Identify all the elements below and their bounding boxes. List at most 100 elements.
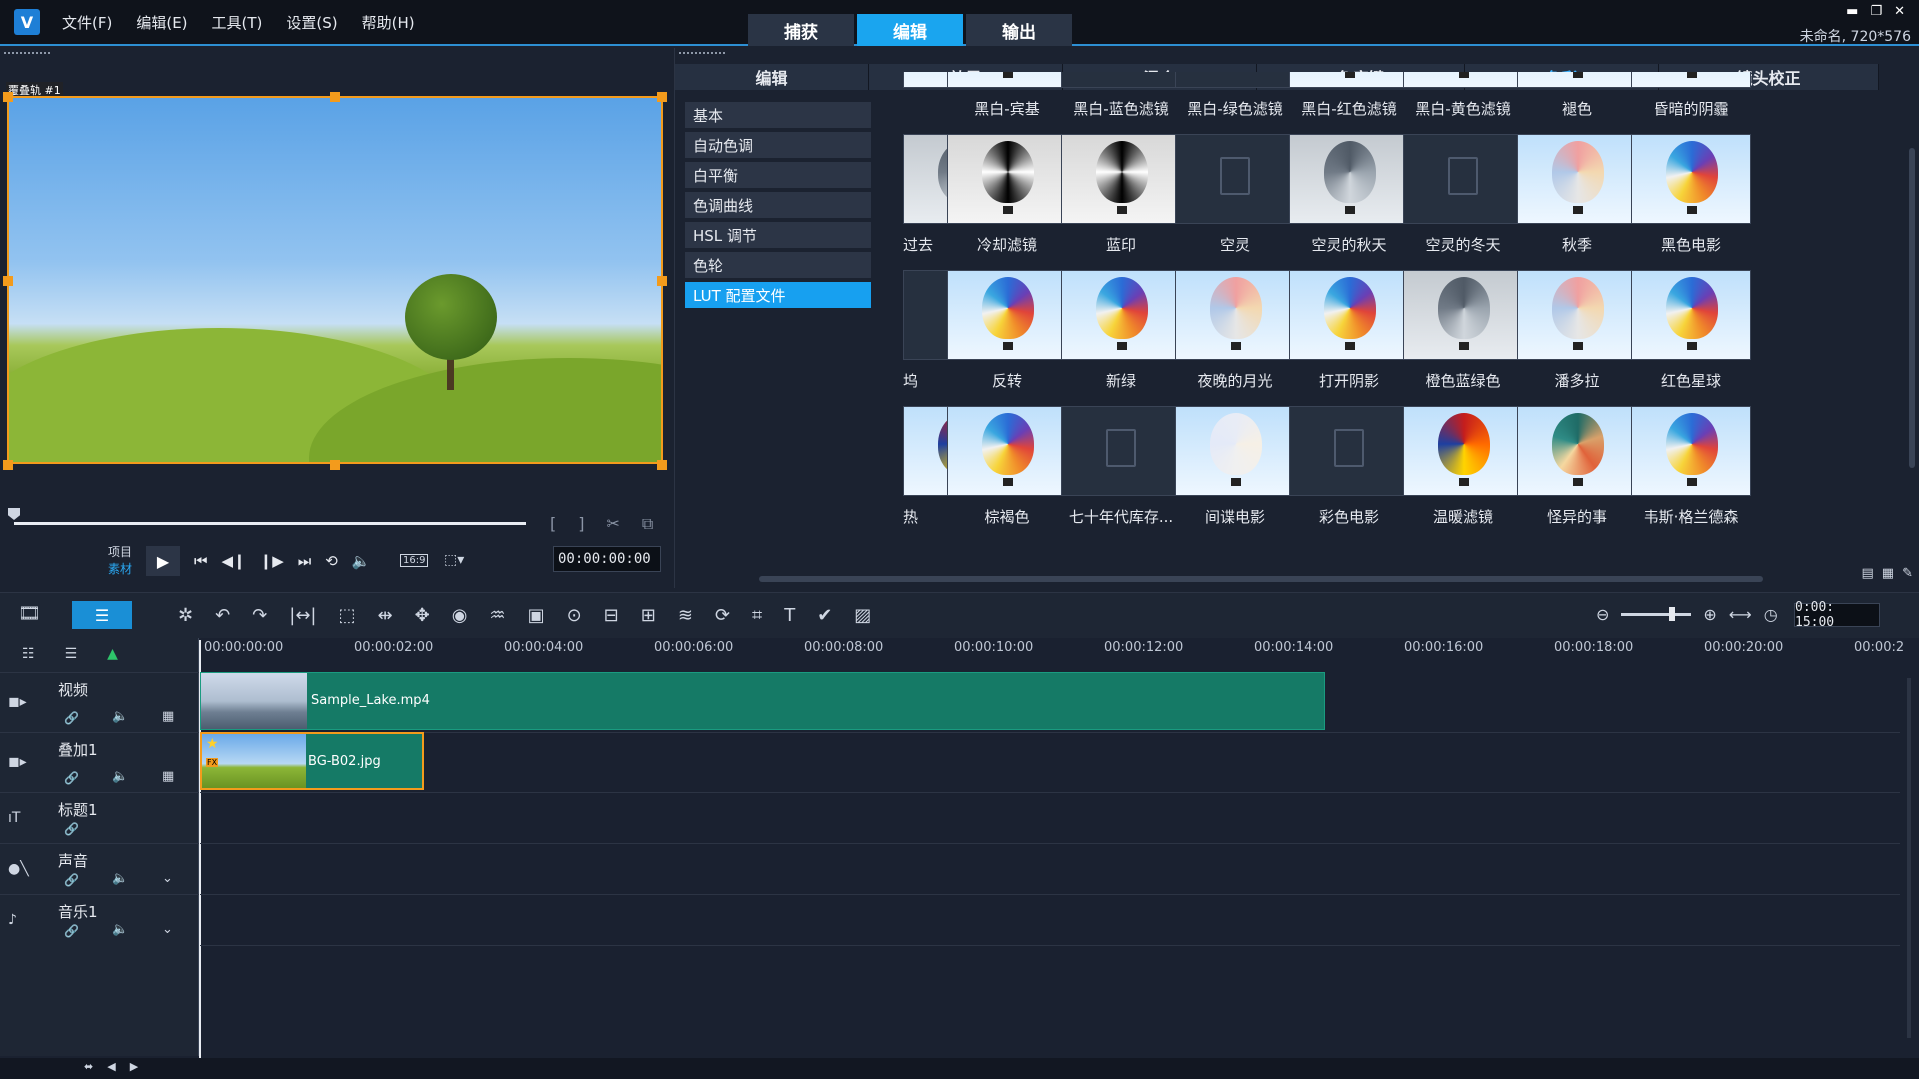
timeline-vertical-scrollbar[interactable] — [1907, 678, 1911, 1038]
thumbnail-view-icon[interactable]: ▦ — [1882, 566, 1894, 581]
zoom-in-icon[interactable]: ⊕ — [1703, 605, 1716, 624]
panel-grip[interactable] — [4, 52, 50, 56]
minimize-icon[interactable]: ▬ — [1846, 4, 1858, 19]
resize-handle[interactable] — [657, 276, 667, 286]
mask-icon[interactable]: ▨ — [854, 605, 871, 626]
move-icon[interactable]: ✥ — [415, 605, 430, 626]
next-frame-icon[interactable]: ❙▶ — [260, 552, 284, 570]
mark-in-icon[interactable]: [ — [550, 514, 556, 534]
chevron-down-icon[interactable]: ⌄ — [162, 922, 173, 937]
track-header[interactable]: ◼▸ 叠加1 🔗 🔈 ▦ — [0, 732, 199, 792]
menu-settings[interactable]: 设置(S) — [286, 12, 337, 33]
storyboard-view-icon[interactable]: 🎞 — [18, 603, 48, 627]
track-mute-icon[interactable]: 🔈 — [112, 922, 128, 937]
close-icon[interactable]: ✕ — [1894, 4, 1905, 19]
track-grid-icon[interactable]: ▦ — [162, 709, 174, 724]
fit-project-icon[interactable]: ⟷ — [1729, 605, 1752, 624]
project-mode-label[interactable]: 项目 — [108, 544, 132, 561]
category-white-balance[interactable]: 白平衡 — [685, 162, 871, 188]
track-grid-icon[interactable]: ▦ — [162, 769, 174, 784]
category-basic[interactable]: 基本 — [685, 102, 871, 128]
resize-handle[interactable] — [3, 276, 13, 286]
preview-canvas[interactable] — [7, 96, 663, 464]
menu-help[interactable]: 帮助(H) — [362, 12, 415, 33]
blend-icon[interactable]: ⊙ — [567, 605, 582, 626]
scrubber-bar[interactable] — [14, 522, 526, 525]
chapter-list-icon[interactable]: ☰ — [65, 646, 78, 662]
add-track-icon[interactable]: ▲ — [107, 646, 118, 662]
restore-icon[interactable]: ❐ — [1870, 4, 1882, 19]
motion-icon[interactable]: ≋ — [678, 605, 693, 626]
scroll-left-icon[interactable]: ◀ — [107, 1060, 115, 1073]
timeline-ruler[interactable]: 00:00:00:00 00:00:02:00 00:00:04:00 00:00:0… — [200, 638, 1904, 662]
link-icon[interactable]: 🔗 — [64, 924, 79, 938]
chevron-down-icon[interactable]: ⌄ — [162, 871, 173, 886]
resize-handle[interactable] — [3, 460, 13, 470]
menu-edit[interactable]: 编辑(E) — [136, 12, 187, 33]
go-start-icon[interactable]: ⏮ — [194, 552, 208, 570]
resize-handle[interactable] — [657, 460, 667, 470]
aspect-ratio-button[interactable]: 16:9 — [400, 554, 429, 567]
timeline-view-button[interactable]: ☰ — [72, 601, 132, 629]
link-icon[interactable]: 🔗 — [64, 771, 79, 785]
zoom-slider[interactable] — [1621, 607, 1692, 621]
audio-mixer-icon[interactable]: ♒ — [489, 605, 505, 626]
category-auto-tone[interactable]: 自动色调 — [685, 132, 871, 158]
subtitle-icon[interactable]: ⊟ — [604, 605, 619, 626]
track-manager-icon[interactable]: ☷ — [22, 646, 35, 662]
zoom-track-icon[interactable]: ⬌ — [84, 1060, 93, 1073]
resize-icon[interactable]: ⬚ — [339, 605, 356, 626]
scrubber-knob[interactable] — [8, 508, 20, 520]
redo-icon[interactable]: ↷ — [252, 605, 267, 626]
track-header[interactable]: ♪ 音乐1 🔗 🔈 ⌄ — [0, 894, 199, 945]
category-tone-curve[interactable]: 色调曲线 — [685, 192, 871, 218]
track-header[interactable]: ●╲ 声音 🔗 🔈 ⌄ — [0, 843, 199, 894]
video-clip[interactable]: Sample_Lake.mp4 — [200, 672, 1325, 730]
category-hsl[interactable]: HSL 调节 — [685, 222, 871, 248]
track-mute-icon[interactable]: 🔈 — [112, 709, 128, 724]
link-icon[interactable]: 🔗 — [64, 873, 79, 887]
library-horizontal-scrollbar[interactable] — [759, 576, 1763, 582]
repeat-icon[interactable]: ⟲ — [325, 552, 338, 570]
split-clip-icon[interactable]: ✂ — [607, 514, 620, 534]
track-header[interactable]: ◼▸ 视频 🔗 🔈 ▦ — [0, 672, 199, 732]
track-motion-icon[interactable]: ⟳ — [715, 605, 730, 626]
scroll-right-icon[interactable]: ▶ — [130, 1060, 138, 1073]
list-view-icon[interactable]: ▤ — [1862, 566, 1874, 581]
lut-preset-item[interactable]: 昏暗的阴霾 — [1619, 72, 1759, 134]
title-3d-icon[interactable]: T — [784, 605, 795, 626]
prev-frame-icon[interactable]: ◀❙ — [222, 552, 246, 570]
tools-icon[interactable]: ✲ — [178, 605, 193, 626]
painting-icon[interactable]: ✔ — [817, 605, 832, 626]
zoom-out-icon[interactable]: ⊖ — [1596, 605, 1609, 624]
category-lut-profile[interactable]: LUT 配置文件 — [685, 282, 871, 308]
tab-edit[interactable]: 编辑 — [857, 14, 963, 46]
mark-out-icon[interactable]: ] — [578, 514, 584, 534]
preview-timecode[interactable]: 00:00:00:00 — [553, 546, 661, 572]
track-mute-icon[interactable]: 🔈 — [112, 769, 128, 784]
undo-icon[interactable]: ↶ — [215, 605, 230, 626]
tab-edit[interactable]: 编辑 — [675, 64, 869, 90]
screen-capture-icon[interactable]: ⌗ — [752, 605, 762, 626]
multicam-icon[interactable]: ▣ — [528, 605, 545, 626]
category-color-wheel[interactable]: 色轮 — [685, 252, 871, 278]
track-mute-icon[interactable]: 🔈 — [112, 871, 128, 886]
link-icon[interactable]: 🔗 — [64, 711, 79, 725]
record-icon[interactable]: ◉ — [452, 605, 468, 626]
zoom-slider-knob[interactable] — [1669, 607, 1676, 621]
project-source-toggle[interactable]: 项目 素材 — [108, 544, 132, 578]
go-end-icon[interactable]: ⏭ — [298, 552, 312, 570]
resize-handle[interactable] — [330, 92, 340, 102]
play-button[interactable]: ▶ — [146, 546, 181, 576]
resize-handle[interactable] — [330, 460, 340, 470]
menu-tools[interactable]: 工具(T) — [212, 12, 263, 33]
source-mode-label[interactable]: 素材 — [108, 561, 132, 578]
track-header[interactable]: ıT 标题1 🔗 — [0, 792, 199, 843]
link-icon[interactable]: 🔗 — [64, 822, 79, 836]
resize-handle[interactable] — [3, 92, 13, 102]
volume-icon[interactable]: 🔈 — [352, 552, 371, 570]
split-screen-icon[interactable]: ⊞ — [641, 605, 656, 626]
overlay-clip[interactable]: ★ FX BG-B02.jpg — [200, 732, 424, 790]
crop-icon[interactable]: ⬚▾ — [444, 552, 464, 568]
tab-share[interactable]: 输出 — [966, 14, 1072, 46]
